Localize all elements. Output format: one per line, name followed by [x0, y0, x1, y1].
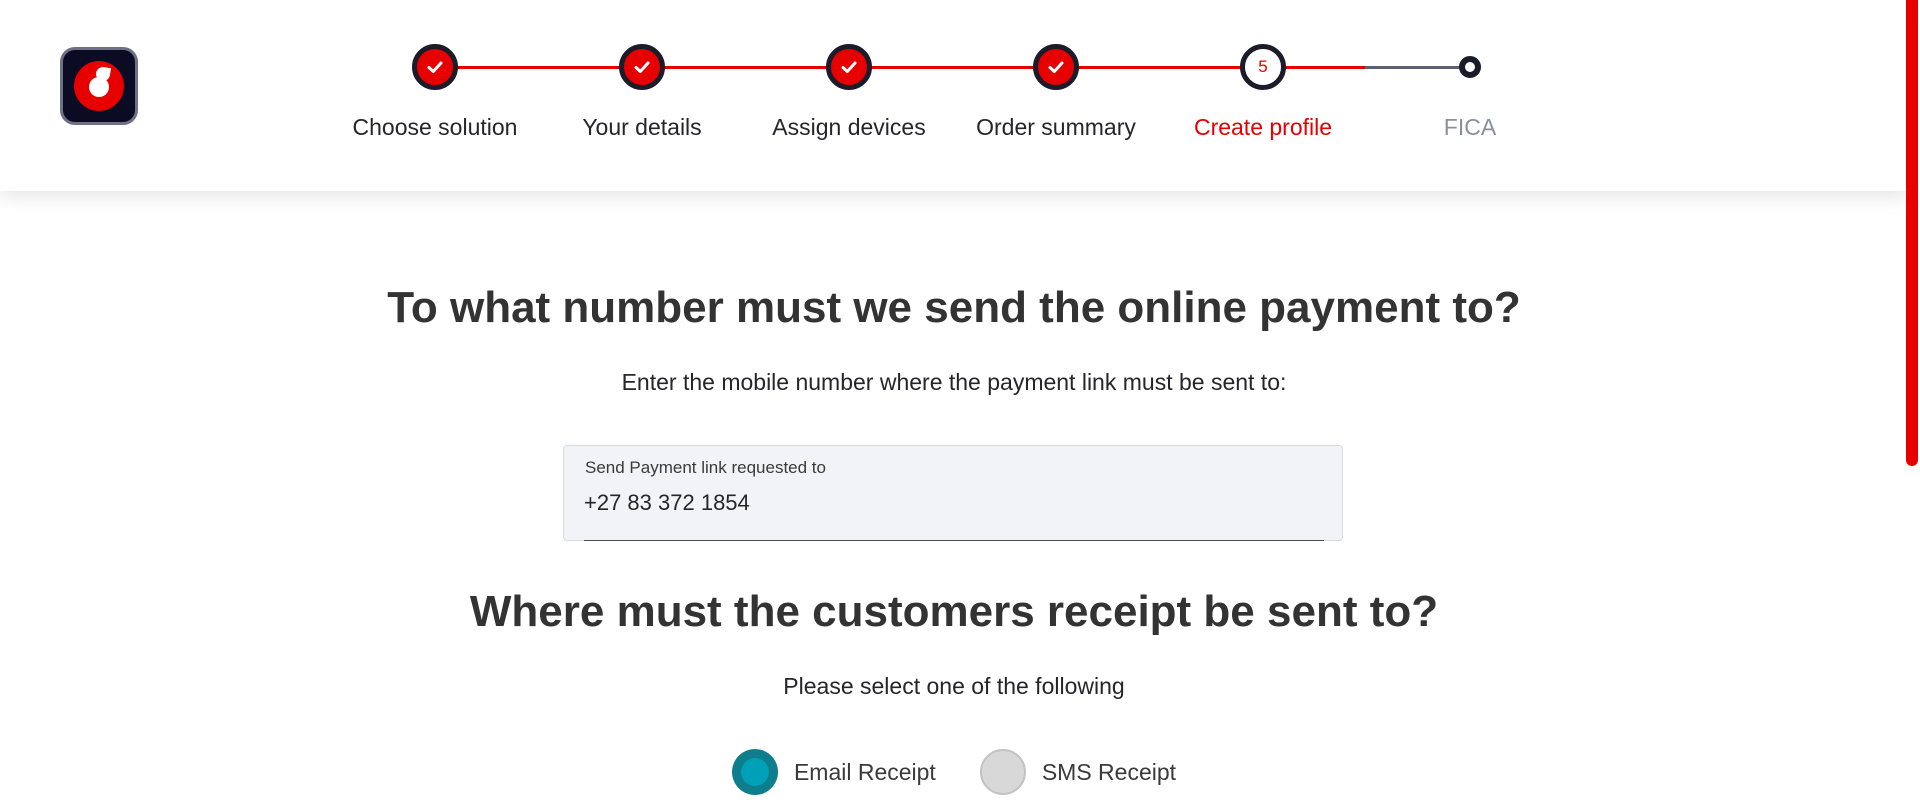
- scrollbar[interactable]: [1906, 0, 1918, 466]
- receipt-instruction: Please select one of the following: [783, 673, 1125, 699]
- payment-number-field[interactable]: Send Payment link requested to: [563, 445, 1343, 541]
- step-label-your-details[interactable]: Your details: [532, 114, 752, 141]
- step-5-number: 5: [1240, 44, 1286, 90]
- step-3-check-icon: [826, 44, 872, 90]
- header: Choose solution Your details Assign devi…: [0, 0, 1908, 191]
- progress-stepper: Choose solution Your details Assign devi…: [0, 0, 1908, 191]
- email-receipt-radio[interactable]: Email Receipt: [731, 749, 936, 795]
- payment-number-label: Send Payment link requested to: [585, 458, 826, 477]
- sms-receipt-radio[interactable]: SMS Receipt: [979, 749, 1176, 795]
- step-4-check-icon: [1033, 44, 1079, 90]
- step-label-order-summary[interactable]: Order summary: [946, 114, 1166, 141]
- step-label-fica: FICA: [1443, 114, 1497, 140]
- receipt-radio-group: Email Receipt SMS Receipt: [0, 749, 1908, 795]
- step-6-pending-dot: [1459, 56, 1481, 78]
- field-underline: [584, 540, 1324, 541]
- receipt-heading: Where must the customers receipt be sent…: [469, 587, 1439, 636]
- main-content: To what number must we send the online p…: [0, 191, 1908, 800]
- step-label-choose-solution[interactable]: Choose solution: [325, 114, 545, 141]
- radio-unselected-icon[interactable]: [979, 749, 1026, 795]
- stepper-track-pending: [1365, 66, 1470, 69]
- payment-instruction: Enter the mobile number where the paymen…: [621, 369, 1287, 395]
- radio-selected-icon[interactable]: [731, 749, 778, 795]
- step-2-check-icon: [619, 44, 665, 90]
- step-1-check-icon: [412, 44, 458, 90]
- step-label-create-profile[interactable]: Create profile: [1153, 114, 1373, 141]
- step-label-assign-devices[interactable]: Assign devices: [739, 114, 959, 141]
- email-receipt-label[interactable]: Email Receipt: [794, 759, 936, 786]
- sms-receipt-label[interactable]: SMS Receipt: [1042, 759, 1176, 786]
- payment-number-input[interactable]: [584, 486, 1319, 520]
- payment-heading: To what number must we send the online p…: [387, 283, 1521, 332]
